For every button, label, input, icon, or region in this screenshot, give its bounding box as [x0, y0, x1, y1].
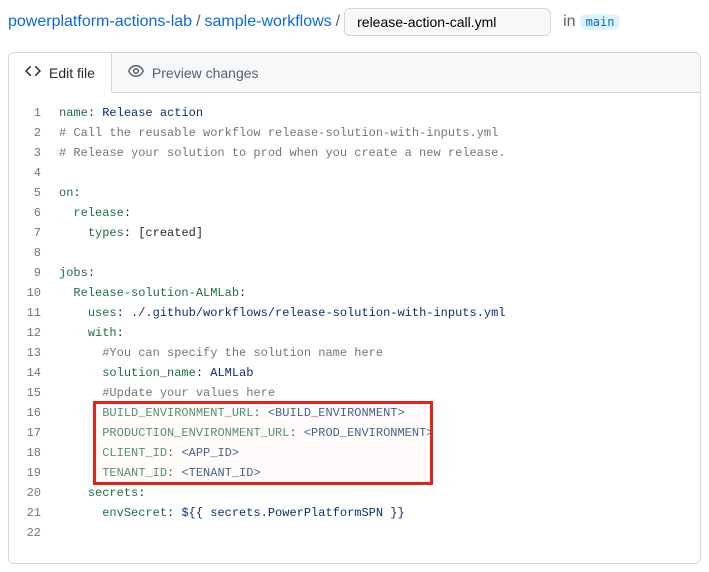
code-line: # Call the reusable workflow release-sol… [51, 123, 700, 143]
code-line: jobs: [51, 263, 700, 283]
code-line: #Update your values here [51, 383, 700, 403]
code-line: # Release your solution to prod when you… [51, 143, 700, 163]
breadcrumb-repo-link[interactable]: powerplatform-actions-lab [8, 13, 192, 31]
line-number: 19 [9, 463, 41, 483]
code-line: types: [created] [51, 223, 700, 243]
line-number: 14 [9, 363, 41, 383]
line-number: 18 [9, 443, 41, 463]
code-lines: name: Release action# Call the reusable … [51, 103, 700, 543]
line-number: 7 [9, 223, 41, 243]
code-line: name: Release action [51, 103, 700, 123]
line-number: 12 [9, 323, 41, 343]
code-line: solution_name: ALMLab [51, 363, 700, 383]
line-number-gutter: 12345678910111213141516171819202122 [9, 103, 51, 543]
code-line: envSecret: ${{ secrets.PowerPlatformSPN … [51, 503, 700, 523]
code-line: uses: ./.github/workflows/release-soluti… [51, 303, 700, 323]
editor-tabs: Edit file Preview changes [9, 53, 700, 93]
eye-icon [128, 63, 144, 82]
line-number: 16 [9, 403, 41, 423]
line-number: 11 [9, 303, 41, 323]
breadcrumb-separator: / [336, 13, 340, 31]
line-number: 9 [9, 263, 41, 283]
code-icon [25, 63, 41, 82]
code-line [51, 243, 700, 263]
branch-label: main [580, 14, 621, 30]
line-number: 2 [9, 123, 41, 143]
code-line [51, 523, 700, 543]
code-line: with: [51, 323, 700, 343]
line-number: 10 [9, 283, 41, 303]
breadcrumb: powerplatform-actions-lab / sample-workf… [8, 8, 701, 36]
code-line: #You can specify the solution name here [51, 343, 700, 363]
code-line: Release-solution-ALMLab: [51, 283, 700, 303]
code-line: secrets: [51, 483, 700, 503]
tab-preview-changes[interactable]: Preview changes [112, 53, 275, 92]
line-number: 3 [9, 143, 41, 163]
line-number: 4 [9, 163, 41, 183]
code-line: CLIENT_ID: <APP_ID> [51, 443, 700, 463]
code-editor[interactable]: 12345678910111213141516171819202122 name… [9, 93, 700, 563]
code-line: on: [51, 183, 700, 203]
code-line [51, 163, 700, 183]
line-number: 15 [9, 383, 41, 403]
tab-edit-label: Edit file [49, 65, 95, 81]
line-number: 1 [9, 103, 41, 123]
code-line: release: [51, 203, 700, 223]
line-number: 21 [9, 503, 41, 523]
editor-box: Edit file Preview changes 12345678910111… [8, 52, 701, 564]
tab-preview-label: Preview changes [152, 65, 259, 81]
breadcrumb-separator: / [196, 13, 200, 31]
filename-input[interactable] [344, 8, 551, 36]
code-line: TENANT_ID: <TENANT_ID> [51, 463, 700, 483]
code-line: BUILD_ENVIRONMENT_URL: <BUILD_ENVIRONMEN… [51, 403, 700, 423]
in-label: in [563, 13, 575, 31]
line-number: 8 [9, 243, 41, 263]
tab-edit-file[interactable]: Edit file [9, 53, 112, 93]
code-line: PRODUCTION_ENVIRONMENT_URL: <PROD_ENVIRO… [51, 423, 700, 443]
line-number: 6 [9, 203, 41, 223]
line-number: 5 [9, 183, 41, 203]
line-number: 17 [9, 423, 41, 443]
line-number: 13 [9, 343, 41, 363]
breadcrumb-folder-link[interactable]: sample-workflows [205, 13, 332, 31]
line-number: 22 [9, 523, 41, 543]
line-number: 20 [9, 483, 41, 503]
